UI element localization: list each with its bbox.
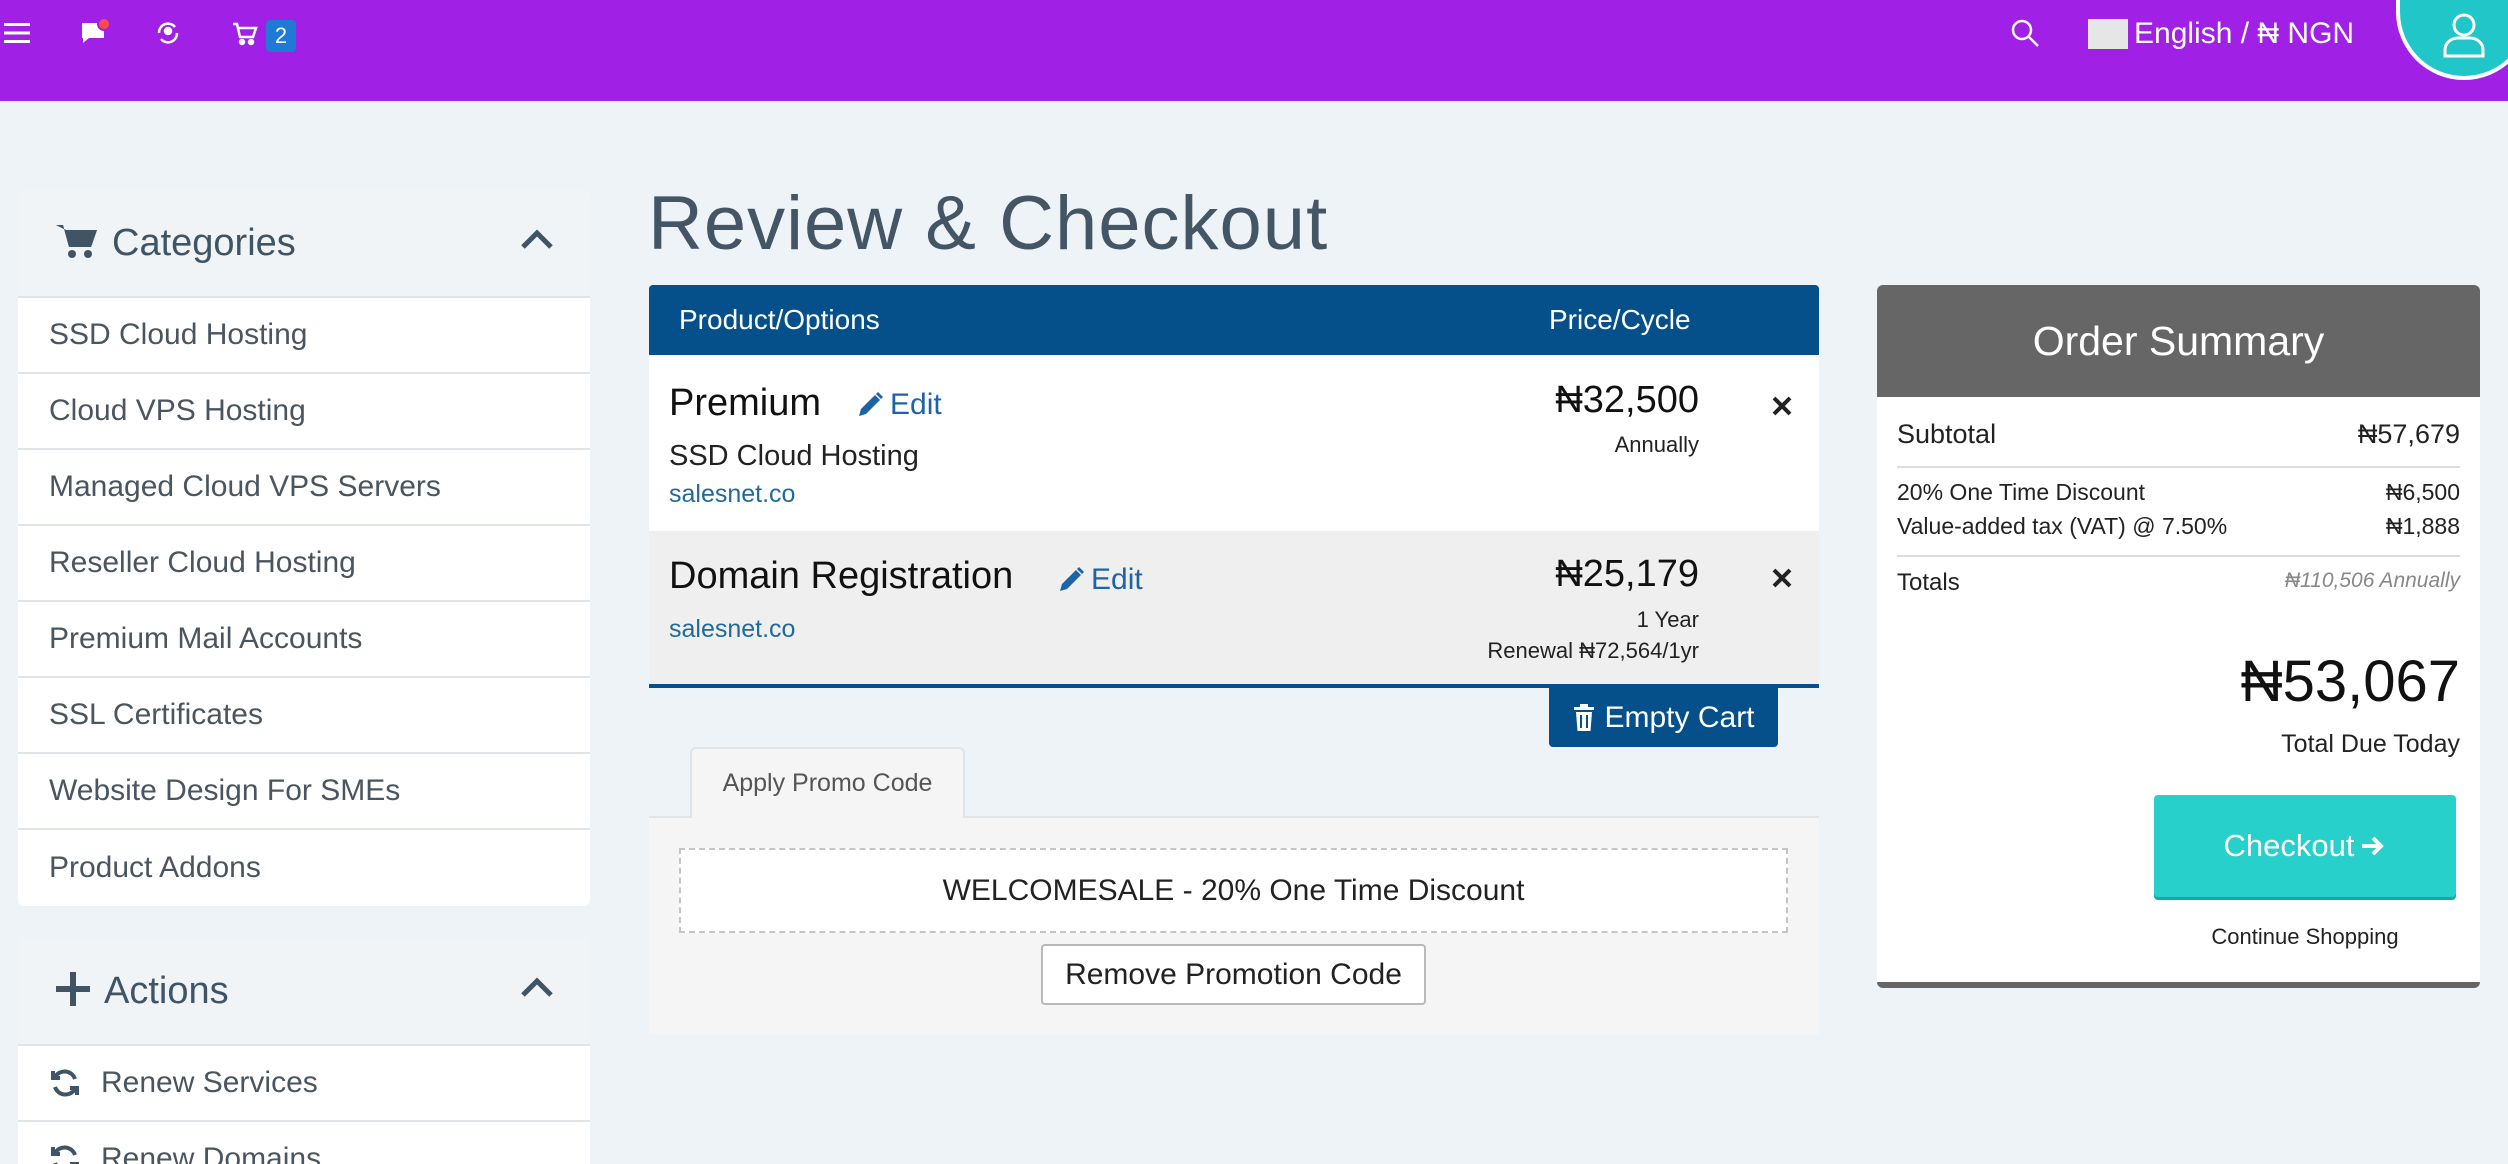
discount-row: 20% One Time Discount ₦6,500 <box>1897 479 2460 506</box>
sidebar-item-reseller-cloud-hosting[interactable]: Reseller Cloud Hosting <box>18 526 590 602</box>
remove-promotion-button[interactable]: Remove Promotion Code <box>1041 944 1426 1005</box>
pencil-icon <box>859 392 883 416</box>
tab-apply-promo-code[interactable]: Apply Promo Code <box>690 747 965 818</box>
cart-count-badge[interactable]: 2 <box>266 20 296 52</box>
divider <box>1897 466 2460 468</box>
categories-panel: Categories SSD Cloud Hosting Cloud VPS H… <box>18 190 590 906</box>
cart-item-row: Premium Edit SSD Cloud Hosting salesnet.… <box>649 355 1819 531</box>
totals-label: Totals <box>1897 569 1960 596</box>
cart-icon[interactable] <box>230 19 260 49</box>
cart-icon <box>56 222 98 265</box>
remove-item-icon[interactable] <box>1771 567 1793 594</box>
affiliate-icon[interactable] <box>153 18 183 48</box>
renewal-price: Renewal ₦72,564/1yr <box>1487 638 1699 663</box>
pencil-icon <box>1060 567 1084 591</box>
sidebar-item-cloud-vps-hosting[interactable]: Cloud VPS Hosting <box>18 374 590 450</box>
sidebar-item-premium-mail[interactable]: Premium Mail Accounts <box>18 602 590 678</box>
edit-label: Edit <box>890 388 942 421</box>
notification-dot <box>97 17 111 31</box>
page-title: Review & Checkout <box>648 181 1329 266</box>
vat-value: ₦1,888 <box>2385 513 2460 539</box>
flag-icon <box>2088 19 2128 49</box>
column-product: Product/Options <box>679 304 880 335</box>
divider <box>1897 555 2460 557</box>
total-due-amount: ₦53,067 <box>2240 649 2460 714</box>
order-summary: Order Summary Subtotal ₦57,679 20% One T… <box>1877 285 2480 988</box>
product-name: Domain Registration <box>669 555 1014 597</box>
renew-domains-label: Renew Domains <box>101 1142 322 1164</box>
subtotal-label: Subtotal <box>1897 419 1997 449</box>
refresh-icon <box>49 1144 81 1164</box>
sidebar-item-ssl-certificates[interactable]: SSL Certificates <box>18 678 590 754</box>
column-price: Price/Cycle <box>1549 304 1691 335</box>
product-name: Premium <box>669 382 822 424</box>
totals-row: Totals ₦110,506 Annually <box>1897 569 2460 597</box>
top-navbar: 2 English / ₦ NGN <box>0 0 2508 101</box>
continue-shopping-link[interactable]: Continue Shopping <box>2154 924 2456 950</box>
vat-row: Value-added tax (VAT) @ 7.50% ₦1,888 <box>1897 513 2460 540</box>
trash-icon <box>1574 703 1595 731</box>
product-price: ₦32,500 <box>1555 379 1699 421</box>
remove-item-icon[interactable] <box>1771 395 1793 422</box>
product-domain: salesnet.co <box>669 615 796 643</box>
subtotal-row: Subtotal ₦57,679 <box>1897 419 2460 450</box>
user-icon <box>2443 13 2485 58</box>
search-icon[interactable] <box>2008 16 2042 50</box>
checkout-button[interactable]: Checkout <box>2154 795 2456 897</box>
edit-label: Edit <box>1091 563 1143 596</box>
empty-cart-button[interactable]: Empty Cart <box>1549 688 1778 747</box>
account-avatar[interactable] <box>2396 0 2508 80</box>
menu-icon[interactable] <box>2 18 32 48</box>
sidebar-item-website-design[interactable]: Website Design For SMEs <box>18 754 590 830</box>
language-currency-selector[interactable]: English / ₦ NGN <box>2088 16 2354 52</box>
arrow-right-icon <box>2362 836 2385 856</box>
refresh-icon <box>49 1068 81 1098</box>
categories-title: Categories <box>112 221 296 264</box>
chevron-up-icon[interactable] <box>520 228 554 255</box>
total-due-label: Total Due Today <box>2281 730 2460 758</box>
edit-link[interactable]: Edit <box>1057 563 1143 597</box>
actions-header[interactable]: Actions <box>18 938 590 1046</box>
subtotal-value: ₦57,679 <box>2357 419 2460 449</box>
edit-link[interactable]: Edit <box>856 388 942 422</box>
sidebar-item-renew-services[interactable]: Renew Services <box>18 1046 590 1122</box>
chevron-up-icon[interactable] <box>520 976 554 1003</box>
product-price: ₦25,179 <box>1555 553 1699 595</box>
applied-promo-code: WELCOMESALE - 20% One Time Discount <box>679 848 1788 933</box>
language-label: English / ₦ NGN <box>2134 17 2355 50</box>
order-summary-title: Order Summary <box>1877 285 2480 397</box>
sidebar-item-managed-cloud-vps[interactable]: Managed Cloud VPS Servers <box>18 450 590 526</box>
product-group: SSD Cloud Hosting <box>669 440 919 472</box>
checkout-label: Checkout <box>2223 828 2355 863</box>
discount-label: 20% One Time Discount <box>1897 479 2146 505</box>
actions-panel: Actions Renew Services Renew Domains <box>18 938 590 1164</box>
cart-table: Product/Options Price/Cycle Premium Edit… <box>649 285 1819 684</box>
actions-title: Actions <box>104 969 229 1012</box>
sidebar-item-ssd-cloud-hosting[interactable]: SSD Cloud Hosting <box>18 298 590 374</box>
plus-icon <box>56 971 90 1011</box>
categories-header[interactable]: Categories <box>18 190 590 298</box>
sidebar-item-product-addons[interactable]: Product Addons <box>18 830 590 906</box>
product-domain: salesnet.co <box>669 480 796 508</box>
empty-cart-label: Empty Cart <box>1604 700 1755 734</box>
billing-cycle: 1 Year <box>1636 607 1699 632</box>
discount-value: ₦6,500 <box>2385 479 2460 505</box>
billing-cycle: Annually <box>1614 432 1699 457</box>
cart-table-header: Product/Options Price/Cycle <box>649 285 1819 355</box>
vat-label: Value-added tax (VAT) @ 7.50% <box>1897 513 2228 539</box>
sidebar-item-renew-domains[interactable]: Renew Domains <box>18 1122 590 1164</box>
renew-services-label: Renew Services <box>101 1066 318 1099</box>
cart-item-row: Domain Registration Edit salesnet.co ₦25… <box>649 531 1819 684</box>
totals-value: ₦110,506 Annually <box>2284 569 2460 592</box>
